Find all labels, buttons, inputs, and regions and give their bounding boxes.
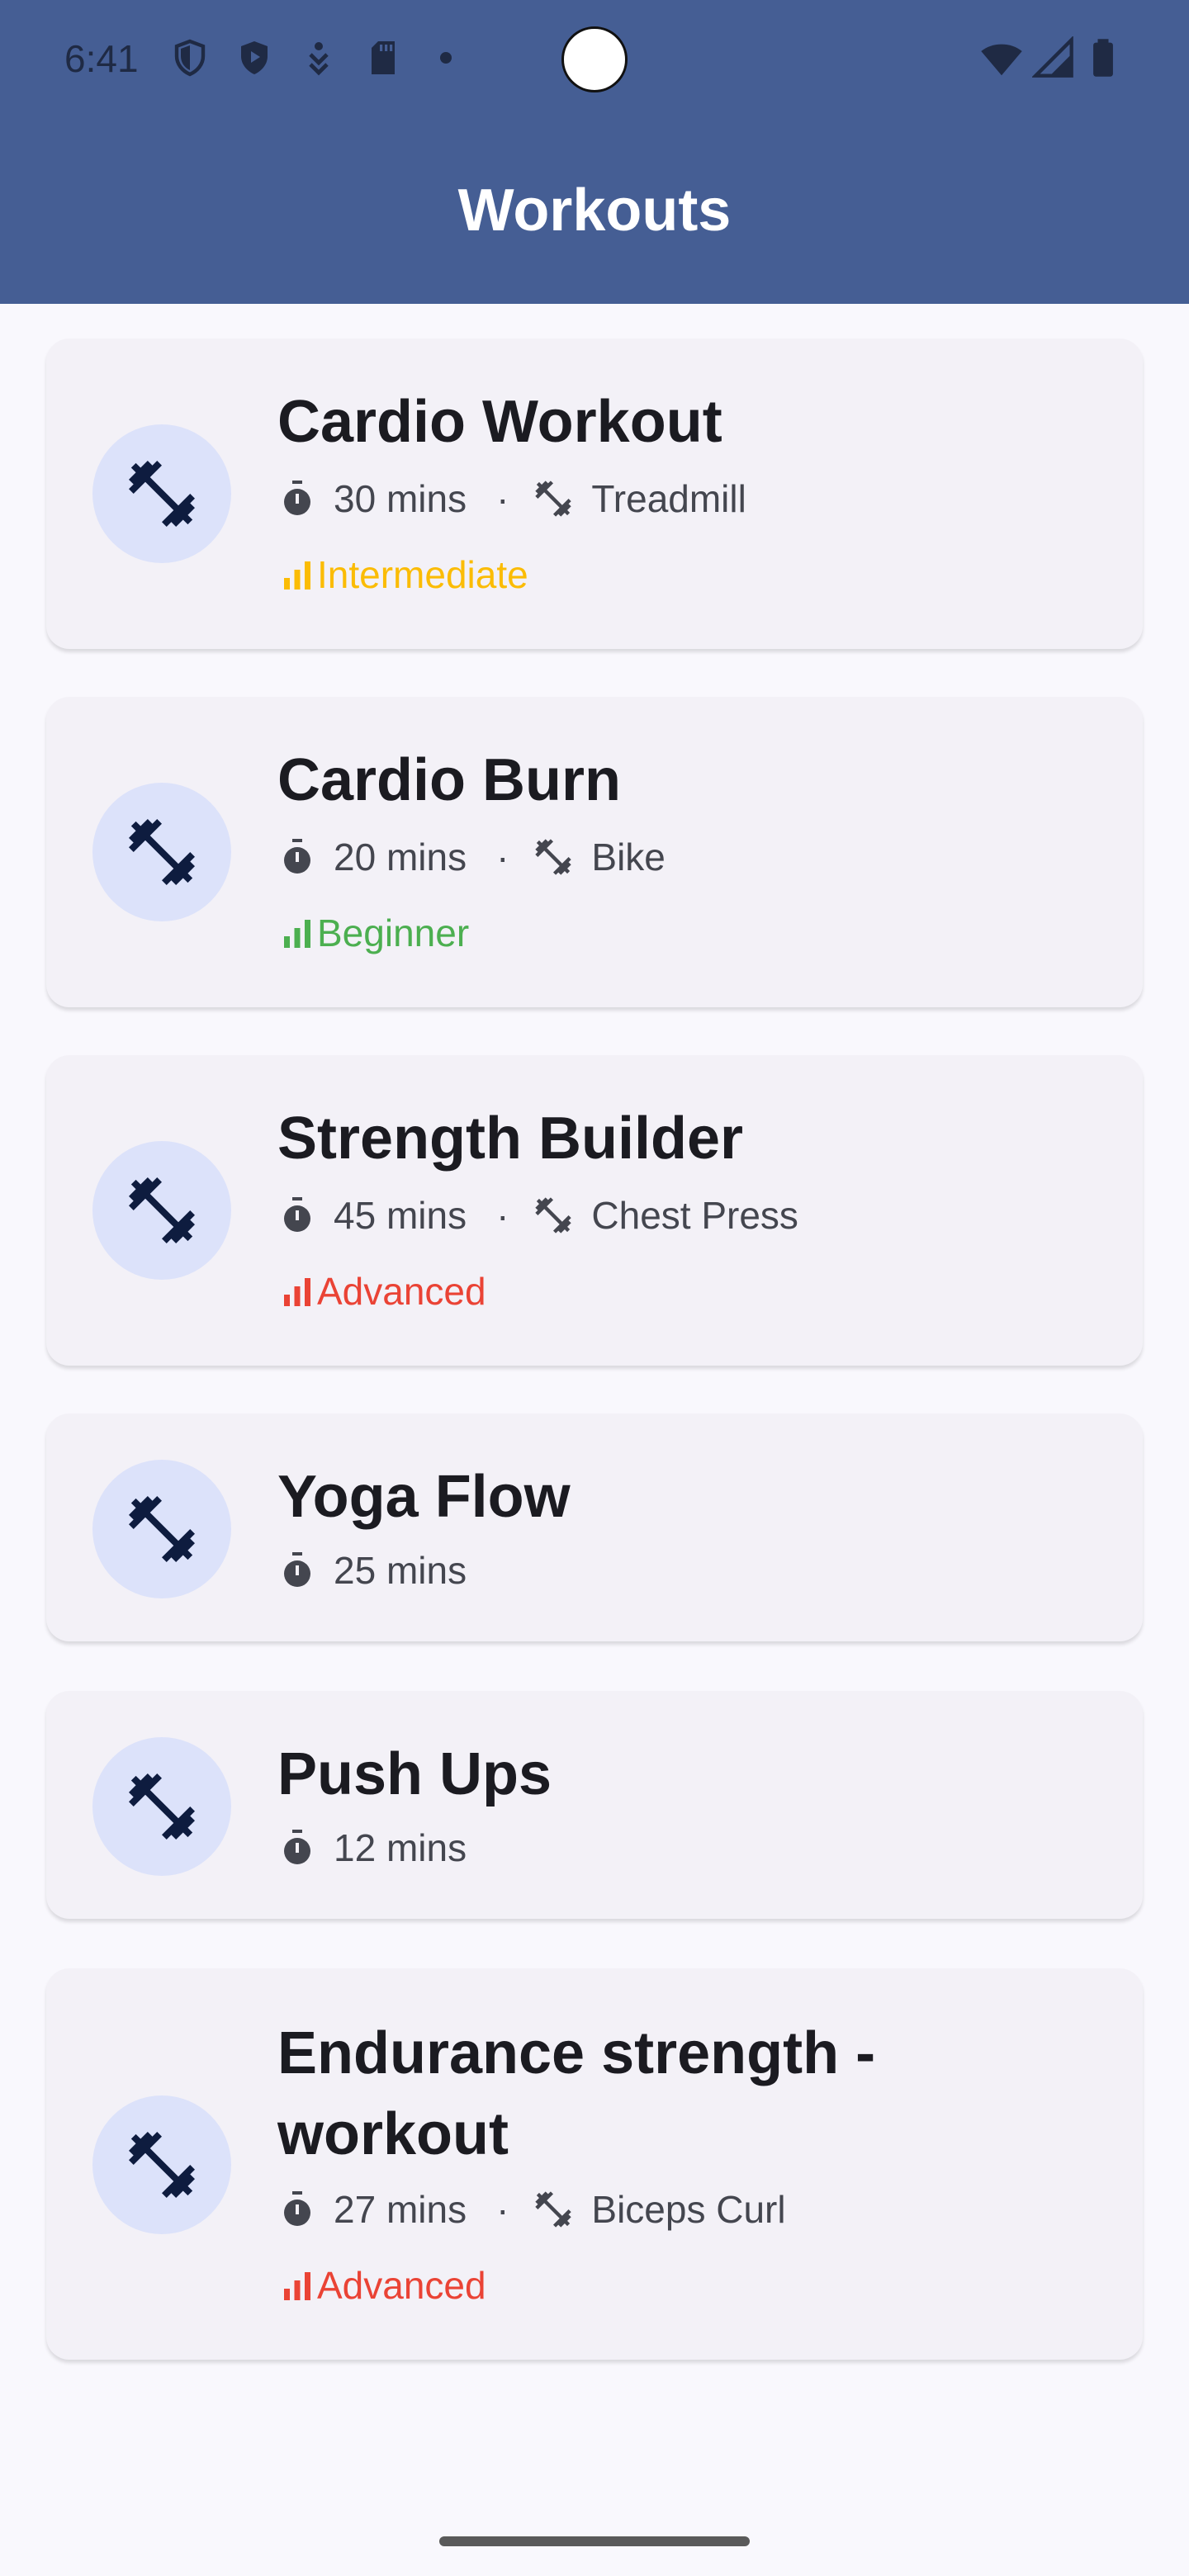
workout-level-label: Advanced [317,1270,486,1313]
level-bars-icon [284,561,310,590]
workout-card[interactable]: Yoga Flow 25 mins [46,1413,1143,1641]
workout-card[interactable]: Strength Builder 45 mins · Chest Press A… [46,1055,1143,1366]
workout-avatar [92,1737,231,1876]
dumbbell-icon [129,819,195,885]
dot-icon [440,52,452,64]
meta-separator: · [496,2188,509,2231]
workout-duration: 30 mins [334,477,467,520]
timer-icon [284,1830,310,1864]
equipment-icon [535,1197,572,1234]
workout-meta: 20 mins · Bike [277,832,666,882]
workout-meta: 30 mins · Treadmill [277,474,746,523]
level-bars-icon [284,2272,310,2300]
timer-icon [284,1197,310,1232]
workout-card[interactable]: Push Ups 12 mins [46,1691,1143,1919]
timer-icon [284,2191,310,2226]
workout-equipment: Chest Press [591,1194,798,1237]
workout-level: Advanced [277,1267,486,1316]
workout-avatar [92,424,231,563]
workout-title: Endurance strength - workout [277,2020,876,2167]
dumbbell-icon [129,461,195,527]
timer-icon [284,481,310,515]
dumbbell-icon [129,2132,195,2198]
equipment-icon [535,481,572,517]
workout-card[interactable]: Cardio Burn 20 mins · Bike Beginner [46,697,1143,1007]
workout-level-label: Advanced [317,2264,486,2307]
timer-icon [284,1552,310,1587]
workout-level-label: Beginner [317,912,470,954]
dumbbell-icon [129,1773,195,1840]
workout-duration: 27 mins [334,2188,467,2231]
signal-icon [1032,36,1073,78]
level-bars-icon [284,1278,310,1306]
workout-title: Push Ups [277,1741,552,1807]
home-indicator[interactable] [439,2536,750,2546]
workout-card[interactable]: Cardio Workout 30 mins · Treadmill Inter… [46,339,1143,649]
equipment-icon [535,2191,572,2228]
app-bar: 6:41 Workouts [0,0,1189,304]
status-time: 6:41 [64,37,139,80]
meta-separator: · [496,477,509,520]
workout-duration: 45 mins [334,1194,467,1237]
timer-icon [284,839,310,874]
equipment-icon [535,839,572,875]
workout-title: Strength Builder [277,1106,744,1172]
workout-level-label: Intermediate [317,553,528,596]
shield-play-icon [241,41,268,74]
workout-meta: 12 mins [277,1823,467,1873]
workout-level: Advanced [277,2261,486,2310]
page-title: Workouts [457,178,732,244]
battery-icon [1093,39,1113,77]
workout-meta: 25 mins [277,1546,467,1595]
wifi-icon [981,44,1022,76]
workout-title: Cardio Burn [277,747,622,813]
dumbbell-icon [129,1177,195,1243]
workout-meta: 27 mins · Biceps Curl [277,2185,786,2234]
workout-level: Intermediate [277,550,528,599]
workout-duration: 25 mins [334,1549,467,1592]
status-bar: 6:41 [0,0,1189,119]
workout-equipment: Bike [591,836,666,878]
workout-equipment: Biceps Curl [591,2188,786,2231]
workout-duration: 20 mins [334,836,467,878]
workout-title: Cardio Workout [277,389,722,455]
workout-level: Beginner [277,908,469,958]
workout-avatar [92,1141,231,1280]
level-bars-icon [284,920,310,948]
workout-avatar [92,783,231,921]
meta-separator: · [496,836,509,878]
shield-icon [174,39,206,77]
dumbbell-icon [129,1496,195,1562]
meta-separator: · [496,1194,509,1237]
camera-cutout [561,26,628,92]
sd-card-icon [372,41,395,74]
workout-avatar [92,1460,231,1598]
workout-duration: 12 mins [334,1826,467,1869]
workout-meta: 45 mins · Chest Press [277,1191,798,1240]
workout-card[interactable]: Endurance strength - workout 27 mins · B… [46,1968,1143,2360]
download-icon [309,42,329,76]
workout-avatar [92,2095,231,2234]
workout-title: Yoga Flow [277,1464,571,1530]
workout-equipment: Treadmill [591,477,746,520]
